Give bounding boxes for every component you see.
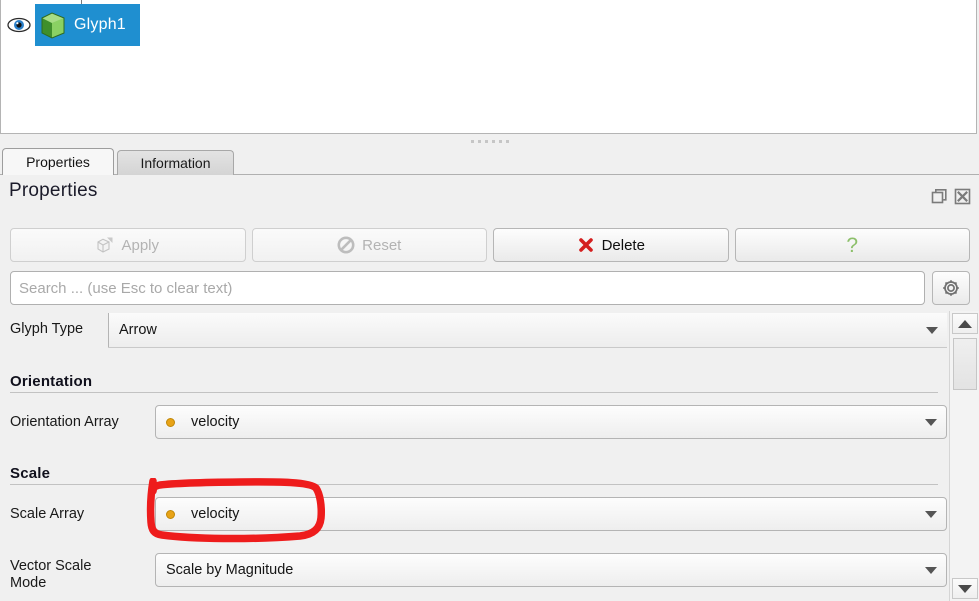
- scrollbar-up-button[interactable]: [952, 313, 978, 334]
- eye-icon[interactable]: [7, 15, 31, 35]
- search-row: [10, 271, 970, 305]
- orientation-array-label: Orientation Array: [10, 414, 119, 430]
- glyph-type-combo[interactable]: Arrow: [108, 313, 947, 347]
- properties-settings-button[interactable]: [932, 271, 970, 305]
- panel-tabbar: Properties Information: [0, 148, 979, 175]
- green-cube-icon: [41, 12, 65, 39]
- vector-scale-mode-label: Vector Scale Mode: [10, 553, 155, 592]
- splitter-grip[interactable]: [470, 139, 509, 143]
- action-button-row: Apply Reset Delete ?: [10, 228, 970, 262]
- reset-button-label: Reset: [362, 236, 402, 254]
- pipeline-item-label: Glyph1: [74, 16, 126, 33]
- row-orientation-array: Orientation Array velocity: [10, 405, 947, 439]
- group-scale: Scale: [10, 465, 938, 485]
- group-orientation-rule: [10, 392, 938, 393]
- pipeline-item-glyph1[interactable]: Glyph1: [35, 4, 140, 46]
- reset-button[interactable]: Reset: [251, 228, 487, 262]
- vector-scale-mode-label-line2: Mode: [10, 575, 47, 591]
- scale-array-value: velocity: [191, 506, 240, 522]
- properties-form-area: Glyph Type Arrow Orientation Orientation…: [0, 311, 979, 601]
- row-scale-array: Scale Array velocity: [10, 497, 947, 531]
- pipeline-row-glyph1[interactable]: Glyph1: [7, 4, 140, 46]
- apply-button[interactable]: Apply: [10, 228, 246, 262]
- point-data-dot-icon: [166, 417, 175, 427]
- chevron-down-icon: [925, 419, 937, 426]
- group-orientation-title: Orientation: [10, 373, 93, 390]
- pipeline-browser[interactable]: Glyph1: [0, 0, 977, 134]
- delete-button[interactable]: Delete: [493, 228, 729, 262]
- group-scale-rule: [10, 484, 938, 485]
- undock-icon[interactable]: [931, 188, 948, 205]
- tab-information-label: Information: [140, 155, 211, 171]
- search-input[interactable]: [10, 271, 925, 305]
- orientation-array-value: velocity: [191, 414, 240, 430]
- chevron-down-icon: [925, 511, 937, 518]
- chevron-down-icon: [925, 567, 937, 574]
- properties-scrollbar[interactable]: [949, 311, 979, 601]
- reset-prohibited-icon: [337, 236, 355, 254]
- scrollbar-thumb[interactable]: [953, 338, 977, 390]
- close-icon[interactable]: [954, 188, 971, 205]
- delete-x-icon: [578, 238, 593, 252]
- point-data-dot-icon: [166, 509, 175, 519]
- glyph-type-label: Glyph Type: [10, 321, 84, 337]
- scroll-down-arrow-icon: [958, 584, 972, 593]
- tab-properties[interactable]: Properties: [2, 148, 114, 175]
- apply-cube-icon: [97, 237, 113, 253]
- help-button[interactable]: ?: [734, 228, 970, 262]
- panel-header-buttons: [931, 188, 971, 205]
- gear-icon: [943, 280, 959, 296]
- group-scale-title: Scale: [10, 465, 51, 482]
- scroll-up-arrow-icon: [958, 319, 972, 328]
- chevron-down-icon: [926, 327, 938, 334]
- properties-panel: Properties Apply Reset Delete ? Search .…: [0, 175, 979, 601]
- scale-array-label: Scale Array: [10, 506, 85, 522]
- page-title: Properties: [9, 180, 98, 201]
- vector-scale-mode-combo[interactable]: Scale by Magnitude: [155, 553, 947, 587]
- row-vector-scale-mode: Vector Scale Mode Scale by Magnitude: [10, 553, 947, 592]
- scale-array-combo[interactable]: velocity: [155, 497, 947, 531]
- delete-button-label: Delete: [601, 236, 645, 254]
- vector-scale-mode-value: Scale by Magnitude: [166, 562, 294, 578]
- apply-button-label: Apply: [121, 236, 160, 254]
- panel-header: Properties: [0, 175, 979, 211]
- row-glyph-type: Glyph Type Arrow: [10, 313, 947, 347]
- tab-properties-label: Properties: [26, 154, 90, 170]
- group-orientation: Orientation: [10, 373, 938, 393]
- orientation-array-combo[interactable]: velocity: [155, 405, 947, 439]
- vector-scale-mode-label-line1: Vector Scale: [10, 558, 92, 574]
- tab-information[interactable]: Information: [117, 150, 234, 175]
- scrollbar-down-button[interactable]: [952, 578, 978, 599]
- glyph-type-value: Arrow: [119, 322, 157, 338]
- panel-splitter[interactable]: [0, 134, 979, 148]
- help-question-icon: ?: [846, 233, 859, 257]
